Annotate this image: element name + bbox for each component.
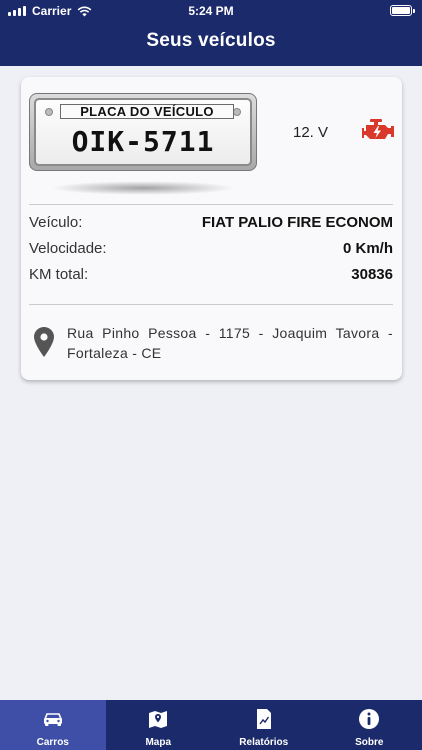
tab-sobre[interactable]: Sobre	[317, 700, 422, 750]
plate-number: OIK-5711	[71, 125, 215, 158]
tab-label: Sobre	[355, 737, 384, 748]
vehicle-card[interactable]: PLACA DO VEÍCULO OIK-5711 12. V Veículo:…	[21, 77, 402, 380]
divider	[29, 204, 393, 205]
license-plate: PLACA DO VEÍCULO OIK-5711	[29, 93, 259, 203]
status-time: 5:24 PM	[188, 4, 234, 18]
km-total-label: KM total:	[29, 266, 89, 283]
tab-label: Carros	[36, 737, 69, 748]
info-icon	[359, 709, 380, 729]
battery-voltage: 12. V	[293, 124, 329, 141]
car-icon	[43, 713, 62, 726]
map-icon	[149, 711, 168, 728]
battery-icon	[390, 5, 415, 16]
speed-value: 0 Km/h	[342, 240, 393, 257]
plate-bolt-icon	[233, 108, 241, 116]
plate-frame: PLACA DO VEÍCULO OIK-5711	[29, 93, 257, 171]
plate-bolt-icon	[45, 108, 53, 116]
speed-label: Velocidade:	[29, 240, 107, 257]
tab-label: Relatórios	[239, 737, 289, 748]
plate-header: PLACA DO VEÍCULO	[60, 104, 234, 119]
engine-alert-icon[interactable]	[361, 117, 395, 143]
km-total-value: 30836	[351, 266, 393, 283]
tab-relatorios[interactable]: Relatórios	[211, 700, 317, 750]
divider	[29, 304, 393, 305]
page-title: Seus veículos	[146, 30, 276, 51]
vehicle-address: Rua Pinho Pessoa - 1175 - Joaquim Tavora…	[67, 325, 393, 361]
tab-carros[interactable]: Carros	[0, 700, 106, 750]
tab-mapa[interactable]: Mapa	[106, 700, 212, 750]
plate-shadow	[51, 181, 235, 195]
tab-bar: Carros Mapa Relatórios Sobre	[0, 700, 422, 750]
tab-label: Mapa	[145, 737, 172, 748]
vehicle-model-value: FIAT PALIO FIRE ECONOM	[201, 214, 393, 231]
vehicle-model-label: Veículo:	[29, 214, 83, 231]
status-bar: Carrier 5:24 PM	[0, 0, 422, 22]
top-bar: Carrier 5:24 PM Seus veículos	[0, 0, 422, 66]
report-icon	[256, 709, 271, 729]
location-pin-icon	[34, 327, 54, 357]
